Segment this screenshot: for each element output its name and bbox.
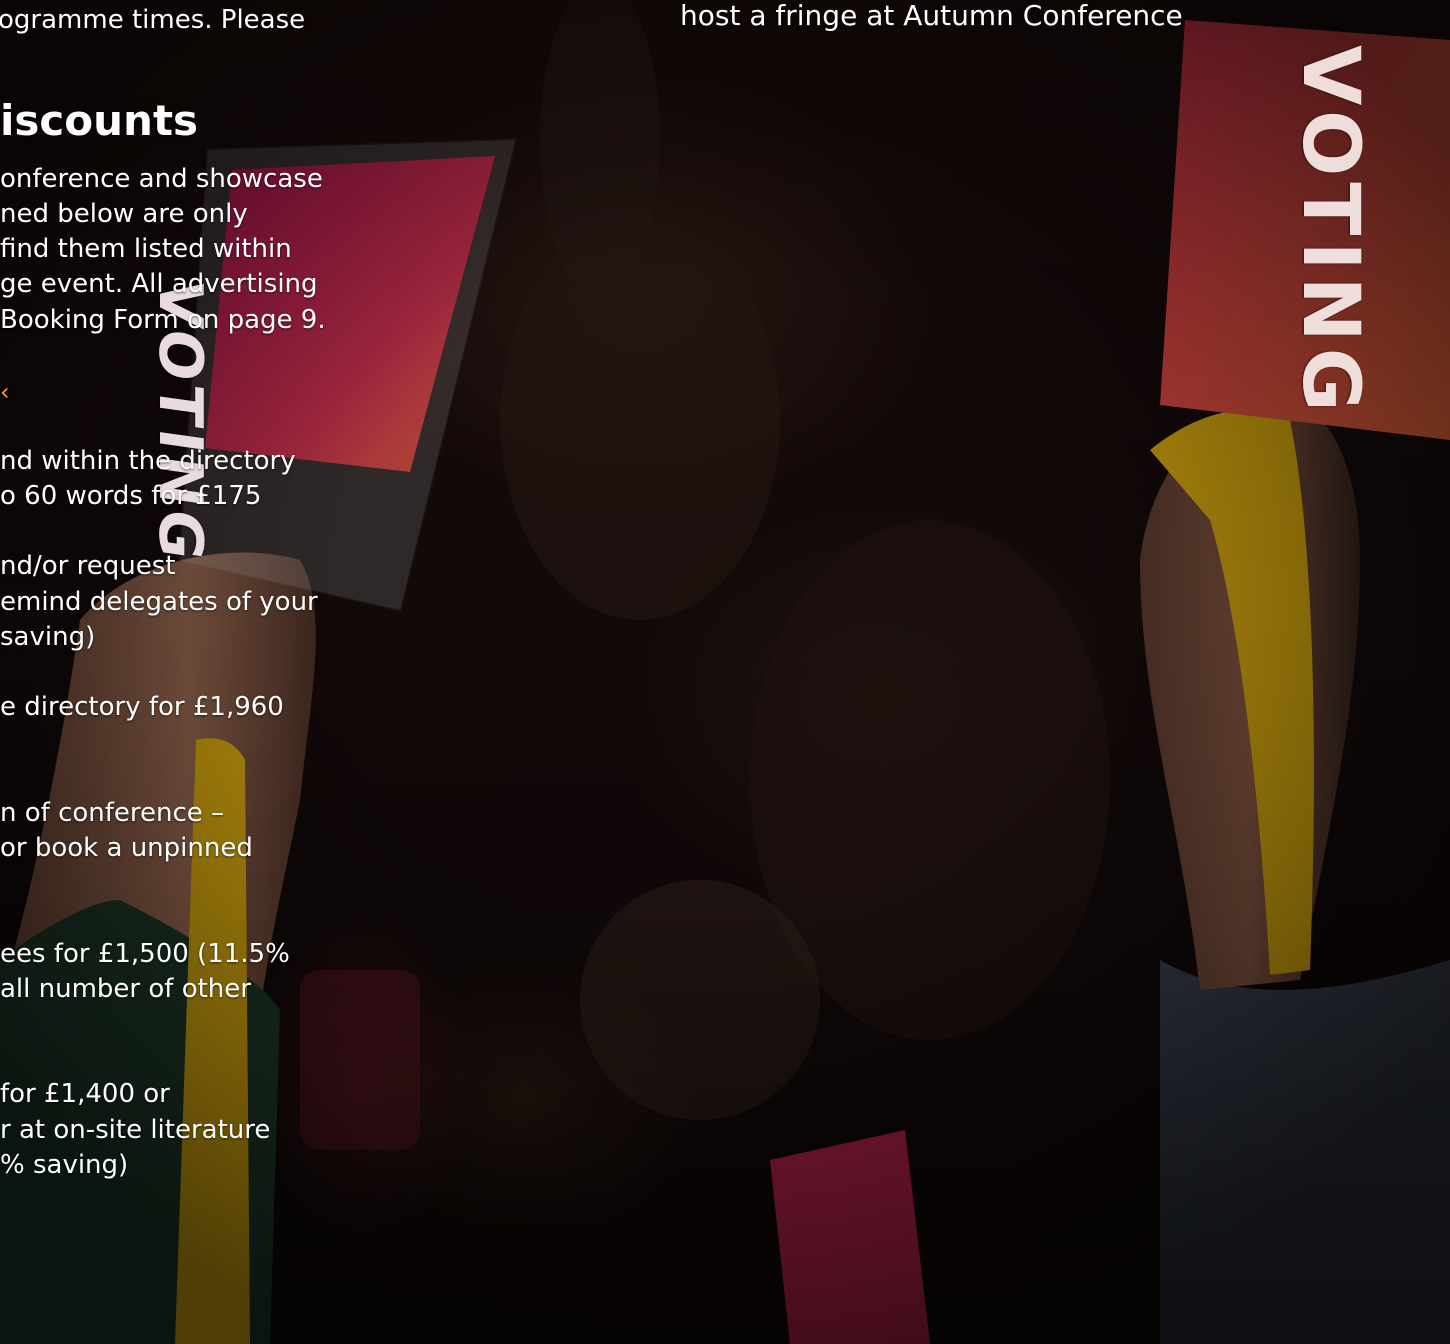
page: VOTING VOTING host a fringe at Autumn Co… — [0, 0, 1450, 1344]
list-item-line: for £1,400 or — [0, 1079, 170, 1109]
list-item-line: all number of other — [0, 974, 251, 1004]
voting-card-label-right: VOTING — [1285, 45, 1375, 418]
paragraph-line: onference and showcase — [0, 164, 323, 194]
list-item-line: nd within the directory — [0, 446, 296, 476]
list-item-line: o 60 words for £175 — [0, 481, 262, 511]
paragraph-line: find them listed within — [0, 234, 292, 264]
list-item-line: ees for £1,500 (11.5% — [0, 939, 290, 969]
section-heading: iscounts — [0, 96, 199, 145]
list-item-line: n of conference – — [0, 798, 225, 828]
list-item-line: % saving) — [0, 1150, 129, 1180]
list-item-line: saving) — [0, 622, 96, 652]
list-item-line: emind delegates of your — [0, 587, 318, 617]
list-item-line: e directory for £1,960 — [0, 692, 284, 722]
paragraph-line: ned below are only — [0, 199, 248, 229]
list-item-line: r at on-site literature — [0, 1115, 271, 1145]
top-right-caption: host a fringe at Autumn Conference — [680, 0, 1183, 32]
intro-fragment: ogramme times. Please — [0, 5, 306, 35]
paragraph-line: ge event. All advertising — [0, 269, 318, 299]
accent-marker: ‹ — [0, 378, 10, 406]
list-item-line: or book a unpinned — [0, 833, 253, 863]
list-item-line: nd/or request — [0, 551, 176, 581]
paragraph-line: Booking Form on page 9. — [0, 305, 326, 335]
